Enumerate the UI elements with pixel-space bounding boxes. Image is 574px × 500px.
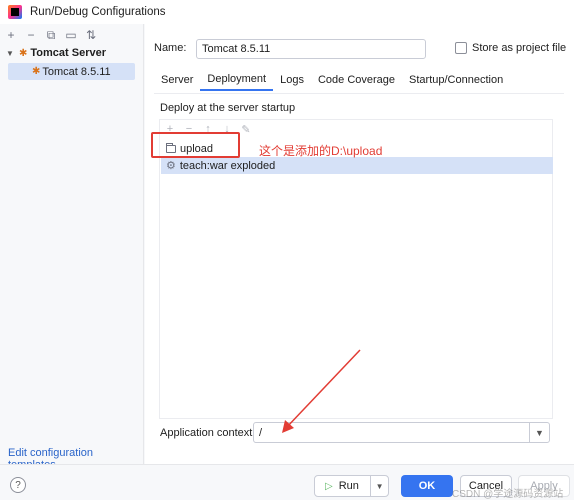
dialog-button-bar: ? ▷ Run ▼ OK Cancel Apply CSDN @学途源码资源站 <box>0 464 574 500</box>
run-button[interactable]: ▷ Run ▼ <box>314 475 389 497</box>
tab-startup-connection[interactable]: Startup/Connection <box>402 69 510 91</box>
configurations-tree-panel: + − ⧉ ▭ ⇅ ▼ ✱ Tomcat Server ✱ Tomcat 8.5… <box>0 24 144 471</box>
tab-bar: Server Deployment Logs Code Coverage Sta… <box>154 69 510 95</box>
window-title: Run/Debug Configurations <box>30 6 166 18</box>
tab-deployment[interactable]: Deployment <box>200 69 274 91</box>
tab-server[interactable]: Server <box>154 69 200 91</box>
store-as-project-file-label[interactable]: Store as project file <box>472 42 566 54</box>
edit-icon[interactable]: ✎ <box>240 123 252 136</box>
application-context-label: Application context: <box>160 427 256 439</box>
tab-logs[interactable]: Logs <box>273 69 311 91</box>
chevron-down-icon[interactable]: ▼ <box>529 423 549 442</box>
tree-item-tomcat-8-5-11[interactable]: ✱ Tomcat 8.5.11 <box>8 63 135 80</box>
deploy-section-label: Deploy at the server startup <box>160 102 296 114</box>
tree-item-label: Tomcat 8.5.11 <box>42 65 111 78</box>
add-icon[interactable]: + <box>4 28 18 42</box>
intellij-app-icon <box>8 5 22 19</box>
artifact-icon: ⚙ <box>166 160 176 172</box>
ok-button[interactable]: OK <box>401 475 453 497</box>
tab-divider <box>154 93 564 94</box>
list-item-label: teach:war exploded <box>179 159 276 172</box>
annotation-highlight-box <box>151 132 240 158</box>
application-context-value[interactable]: / <box>259 427 262 439</box>
configuration-editor: Name: Tomcat 8.5.11 Store as project fil… <box>145 24 574 464</box>
chevron-down-icon[interactable]: ▼ <box>370 476 388 496</box>
copy-icon[interactable]: ⧉ <box>44 28 58 42</box>
sort-icon[interactable]: ⇅ <box>84 28 98 42</box>
tree-toolbar: + − ⧉ ▭ ⇅ <box>0 24 143 46</box>
store-as-project-file-checkbox[interactable] <box>455 42 467 54</box>
chevron-down-icon[interactable]: ▼ <box>6 49 16 58</box>
help-button[interactable]: ? <box>10 477 26 493</box>
run-label: Run <box>338 480 359 492</box>
tab-code-coverage[interactable]: Code Coverage <box>311 69 402 91</box>
run-main-button[interactable]: ▷ Run <box>315 480 370 492</box>
remove-icon[interactable]: − <box>24 28 38 42</box>
play-icon: ▷ <box>325 480 333 492</box>
tomcat-icon: ✱ <box>19 47 28 59</box>
watermark: CSDN @学途源码资源站 <box>452 489 564 500</box>
annotation-text: 这个是添加的D:\upload <box>259 144 383 158</box>
name-label: Name: <box>154 42 187 54</box>
application-context-combo[interactable]: / ▼ <box>253 422 550 443</box>
deployment-list: + − ↑ ↓ ✎ upload ⚙ teach:war exploded <box>159 119 553 419</box>
list-item-teach-war-exploded[interactable]: ⚙ teach:war exploded <box>161 157 553 174</box>
tree-group-tomcat[interactable]: ▼ ✱ Tomcat Server <box>6 47 106 59</box>
title-bar: Run/Debug Configurations <box>0 0 574 24</box>
folder-icon[interactable]: ▭ <box>64 28 78 42</box>
tomcat-icon: ✱ <box>32 66 41 77</box>
name-input[interactable]: Tomcat 8.5.11 <box>196 39 426 59</box>
tree-group-label: Tomcat Server <box>30 47 106 59</box>
